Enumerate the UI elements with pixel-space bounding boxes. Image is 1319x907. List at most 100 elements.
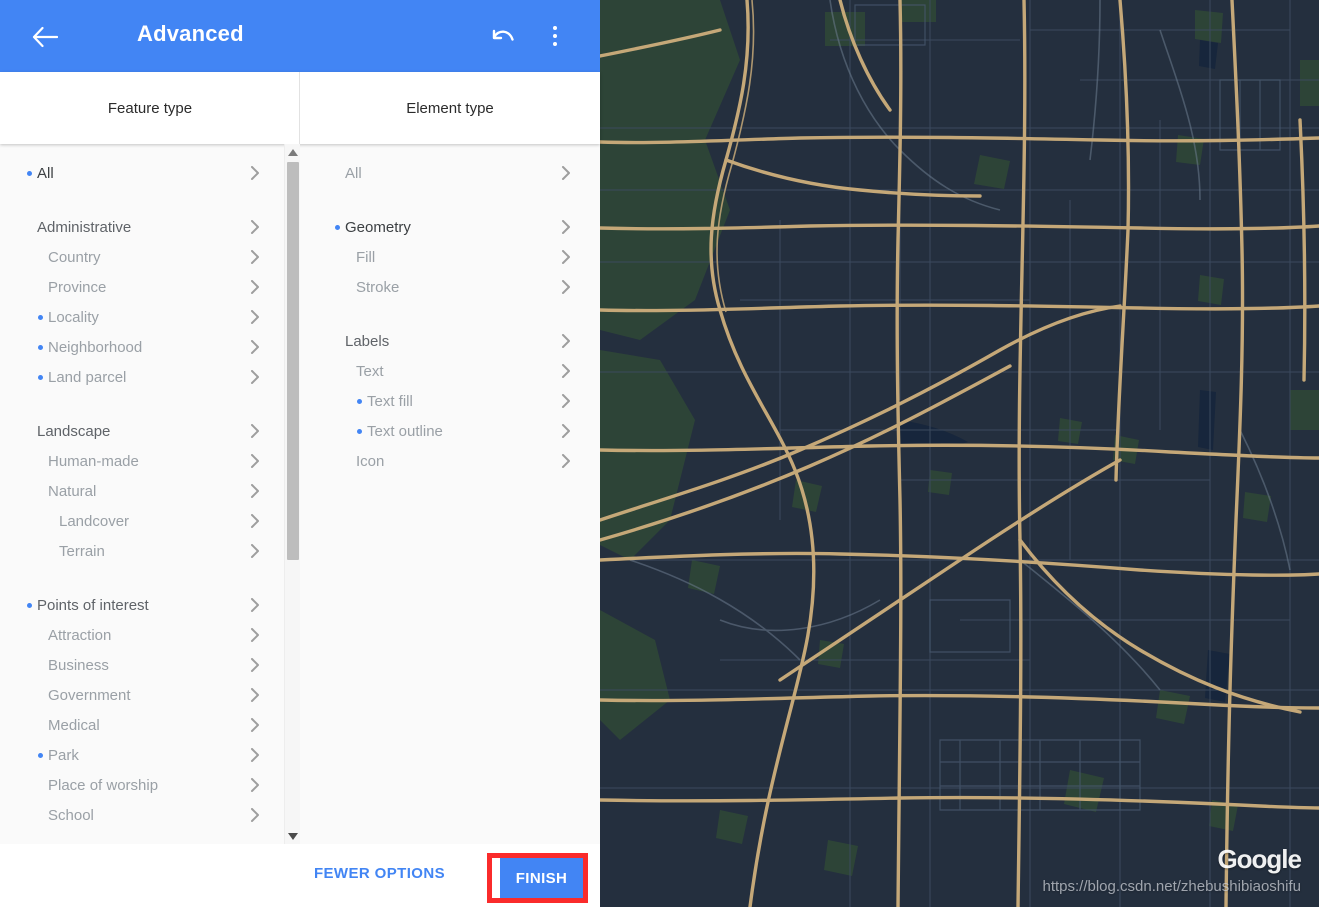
chevron-right-icon[interactable] <box>559 220 573 234</box>
list-item[interactable]: Fill <box>335 242 573 272</box>
list-item[interactable]: Neighborhood <box>27 332 262 362</box>
chevron-right-icon[interactable] <box>248 370 262 384</box>
chevron-right-icon[interactable] <box>559 424 573 438</box>
chevron-right-icon[interactable] <box>248 166 262 180</box>
list-item-label: School <box>48 806 94 824</box>
list-item-label: Landscape <box>37 422 111 440</box>
list-group-spacer <box>335 188 573 212</box>
map-preview[interactable]: Google https://blog.csdn.net/zhebushibia… <box>600 0 1319 907</box>
list-item-label: Points of interest <box>37 596 149 614</box>
list-item[interactable]: Icon <box>335 446 573 476</box>
list-item[interactable]: School <box>27 800 262 830</box>
google-logo: Google <box>1217 844 1302 874</box>
chevron-right-icon[interactable] <box>559 280 573 294</box>
fewer-options-button[interactable]: FEWER OPTIONS <box>314 865 445 882</box>
list-item[interactable]: Landcover <box>27 506 262 536</box>
chevron-right-icon[interactable] <box>248 544 262 558</box>
chevron-right-icon[interactable] <box>559 250 573 264</box>
scrollbar-thumb[interactable] <box>287 162 299 560</box>
scroll-up-arrow-icon[interactable] <box>285 144 300 160</box>
chevron-right-icon[interactable] <box>248 808 262 822</box>
more-vert-icon[interactable] <box>543 20 567 52</box>
list-item[interactable]: Points of interest <box>27 590 262 620</box>
list-item-label: Text fill <box>367 392 413 410</box>
list-item-label: Natural <box>48 482 97 500</box>
finish-highlight-box: FINISH <box>487 853 588 903</box>
chevron-right-icon[interactable] <box>248 778 262 792</box>
chevron-right-icon[interactable] <box>248 250 262 264</box>
list-item-label: Geometry <box>345 218 411 236</box>
list-item[interactable]: Administrative <box>27 212 262 242</box>
tab-feature-type[interactable]: Feature type <box>0 72 300 144</box>
chevron-right-icon[interactable] <box>248 598 262 612</box>
modified-dot-icon <box>38 315 43 320</box>
chevron-right-icon[interactable] <box>248 748 262 762</box>
action-bar: FEWER OPTIONS FINISH <box>0 844 600 907</box>
list-item-label: All <box>37 164 54 182</box>
list-item-label: All <box>345 164 362 182</box>
tab-element-type[interactable]: Element type <box>300 72 600 144</box>
modified-dot-icon <box>38 345 43 350</box>
list-item[interactable]: Geometry <box>335 212 573 242</box>
list-group-spacer <box>27 392 262 416</box>
list-item[interactable]: Locality <box>27 302 262 332</box>
chevron-right-icon[interactable] <box>248 310 262 324</box>
list-item[interactable]: Land parcel <box>27 362 262 392</box>
list-item[interactable]: Government <box>27 680 262 710</box>
scroll-down-arrow-icon[interactable] <box>285 828 300 844</box>
chevron-right-icon[interactable] <box>248 718 262 732</box>
chevron-right-icon[interactable] <box>248 424 262 438</box>
chevron-right-icon[interactable] <box>559 334 573 348</box>
chevron-right-icon[interactable] <box>559 394 573 408</box>
list-item[interactable]: Natural <box>27 476 262 506</box>
list-item[interactable]: Text <box>335 356 573 386</box>
feature-list-scrollbar[interactable] <box>284 144 300 844</box>
list-group-spacer <box>27 566 262 590</box>
list-item[interactable]: Medical <box>27 710 262 740</box>
chevron-right-icon[interactable] <box>248 220 262 234</box>
chevron-right-icon[interactable] <box>248 454 262 468</box>
list-item-label: Text <box>356 362 384 380</box>
chevron-right-icon[interactable] <box>248 514 262 528</box>
list-item[interactable]: All <box>27 158 262 188</box>
list-item[interactable]: Country <box>27 242 262 272</box>
finish-button[interactable]: FINISH <box>500 858 583 898</box>
list-item[interactable]: Labels <box>335 326 573 356</box>
chevron-right-icon[interactable] <box>559 364 573 378</box>
list-item[interactable]: Province <box>27 272 262 302</box>
list-item-label: Icon <box>356 452 385 470</box>
list-item-label: Terrain <box>59 542 105 560</box>
chevron-right-icon[interactable] <box>559 166 573 180</box>
list-item-label: Attraction <box>48 626 112 644</box>
chevron-right-icon[interactable] <box>248 628 262 642</box>
chevron-right-icon[interactable] <box>559 454 573 468</box>
list-group-spacer <box>27 188 262 212</box>
list-item[interactable]: Place of worship <box>27 770 262 800</box>
list-item[interactable]: Stroke <box>335 272 573 302</box>
list-item[interactable]: Park <box>27 740 262 770</box>
list-item-label: Province <box>48 278 107 296</box>
modified-dot-icon <box>357 399 362 404</box>
list-item[interactable]: Text fill <box>335 386 573 416</box>
chevron-right-icon[interactable] <box>248 340 262 354</box>
feature-type-list: All Administrative Country Province Locality… <box>0 144 300 844</box>
list-item[interactable]: Business <box>27 650 262 680</box>
chevron-right-icon[interactable] <box>248 484 262 498</box>
list-item[interactable]: Text outline <box>335 416 573 446</box>
option-columns: All Administrative Country Province Locality… <box>0 144 600 844</box>
list-item[interactable]: Human-made <box>27 446 262 476</box>
undo-icon[interactable] <box>488 22 520 52</box>
chevron-right-icon[interactable] <box>248 658 262 672</box>
map-canvas <box>600 0 1319 907</box>
list-item-label: Business <box>48 656 109 674</box>
list-item-label: Human-made <box>48 452 139 470</box>
back-arrow-icon[interactable] <box>26 18 64 56</box>
chevron-right-icon[interactable] <box>248 280 262 294</box>
list-item[interactable]: All <box>335 158 573 188</box>
list-item-label: Locality <box>48 308 99 326</box>
list-item[interactable]: Attraction <box>27 620 262 650</box>
list-item[interactable]: Terrain <box>27 536 262 566</box>
chevron-right-icon[interactable] <box>248 688 262 702</box>
list-item[interactable]: Landscape <box>27 416 262 446</box>
list-item-label: Labels <box>345 332 390 350</box>
